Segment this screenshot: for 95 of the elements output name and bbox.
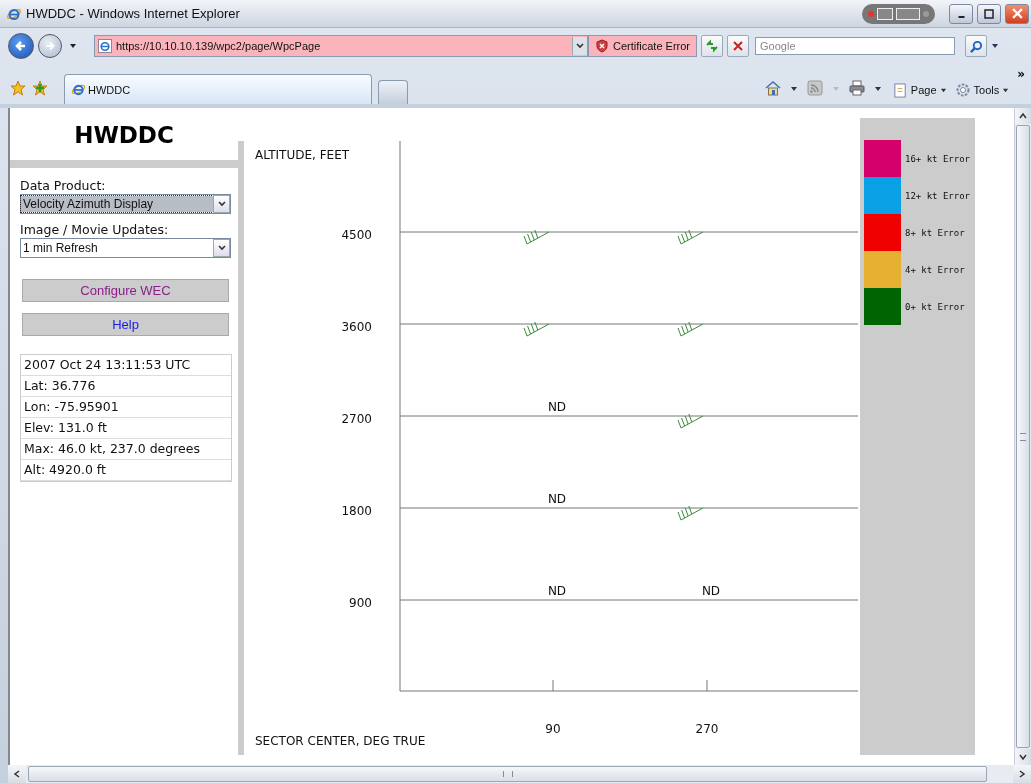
more-commands-chevron[interactable]: »: [1017, 67, 1025, 81]
dropdown-button[interactable]: [572, 37, 587, 55]
no-data-label: ND: [547, 584, 567, 598]
browser-tab[interactable]: HWDDC: [64, 74, 372, 104]
scroll-up-button[interactable]: [1015, 108, 1031, 124]
add-favorite-star-icon[interactable]: [32, 80, 48, 96]
legend-label: 12+ kt Error: [905, 190, 971, 201]
chevron-left-icon: [13, 770, 21, 778]
sector-label: 270: [695, 722, 719, 736]
altitude-label: 3600: [341, 320, 372, 334]
field-label: Data Product:: [20, 178, 107, 193]
page-icon: [892, 82, 908, 98]
link-button[interactable]: Configure WEC: [22, 279, 229, 302]
altitude-label: 4500: [341, 228, 372, 242]
info-cell: Lat: 36.776: [21, 376, 231, 397]
search-field[interactable]: Google: [755, 37, 956, 55]
no-data-label: ND: [547, 492, 567, 506]
dropdown[interactable]: Velocity Azimuth Display: [20, 194, 231, 214]
window-title: HWDDC - Windows Internet Explorer: [26, 6, 240, 21]
tick-mark: [706, 679, 708, 692]
axis-title: SECTOR CENTER, DEG TRUE: [255, 734, 426, 748]
maximize-icon: [984, 8, 994, 19]
minimize-button[interactable]: [949, 3, 973, 24]
favorites-star-icon[interactable]: [10, 80, 26, 96]
altitude-label: 1800: [341, 504, 372, 518]
legend-label: 4+ kt Error: [905, 264, 965, 275]
link-button[interactable]: Help: [22, 313, 229, 336]
caret-icon: [831, 85, 840, 93]
wind-barb-icon: [523, 321, 550, 337]
caret-icon: [939, 86, 947, 94]
minimize-icon: [957, 16, 965, 18]
caret-icon[interactable]: [789, 85, 798, 93]
scroll-thumb[interactable]: [1016, 125, 1030, 748]
back-button[interactable]: [8, 33, 34, 59]
chevron-down-icon: [1019, 753, 1027, 761]
wind-barb-icon: [677, 321, 704, 337]
wind-barb-icon: [677, 229, 704, 245]
chevron-down-icon: [217, 200, 226, 208]
search-button[interactable]: [965, 35, 988, 57]
close-button[interactable]: [1005, 3, 1029, 24]
info-cell: Alt: 4920.0 ft: [21, 460, 231, 481]
vertical-scrollbar[interactable]: [1014, 108, 1031, 765]
tick-mark: [552, 679, 554, 692]
field-label: Image / Movie Updates:: [20, 222, 170, 237]
caret-icon: [1002, 86, 1010, 94]
taskbar-gadget-icon[interactable]: [862, 3, 935, 24]
page-globe-icon: [98, 39, 112, 53]
info-cell: Max: 46.0 kt, 237.0 degrees: [21, 439, 231, 460]
chevron-up-icon: [1019, 112, 1027, 120]
axis-title: ALTITUDE, FEET: [255, 148, 350, 162]
info-cell: 2007 Oct 24 13:11:53 UTC: [21, 355, 231, 376]
horizontal-scrollbar[interactable]: [8, 765, 1031, 783]
legend-label: 16+ kt Error: [905, 153, 971, 164]
legend-label: 0+ kt Error: [905, 301, 965, 312]
chevron-down-icon: [576, 42, 584, 50]
scroll-right-button[interactable]: [1013, 765, 1031, 783]
globe-logo-icon: [71, 82, 86, 97]
forward-button[interactable]: [38, 34, 62, 58]
no-data-label: ND: [701, 584, 721, 598]
page-menu-button[interactable]: Page: [890, 82, 949, 98]
no-data-label: ND: [547, 400, 567, 414]
wind-barb-icon: [677, 413, 704, 429]
dropdown[interactable]: 1 min Refresh: [20, 238, 231, 258]
certificate-error-button[interactable]: Certificate Error: [588, 35, 698, 57]
altitude-label: 2700: [341, 412, 372, 426]
site-title: HWDDC: [73, 121, 175, 150]
shield-icon: [595, 39, 609, 53]
chevron-down-icon: [217, 244, 226, 252]
close-icon: [1011, 8, 1023, 19]
caret-icon[interactable]: [873, 85, 882, 93]
maximize-button[interactable]: [977, 3, 1001, 24]
address-field[interactable]: https://10.10.10.139/wpc2/page/WpcPage: [94, 35, 588, 57]
scroll-thumb[interactable]: [28, 766, 987, 782]
sector-label: 90: [545, 722, 561, 736]
home-icon[interactable]: [764, 80, 781, 96]
printer-icon[interactable]: [848, 80, 865, 96]
info-cell: Elev: 131.0 ft: [21, 418, 231, 439]
wind-barb-icon: [677, 505, 704, 521]
caret-icon[interactable]: [991, 42, 1000, 50]
chevron-right-icon: [1018, 770, 1026, 778]
wind-barb-icon: [523, 229, 550, 245]
altitude-label: 900: [349, 596, 372, 610]
refresh-button[interactable]: [701, 35, 724, 57]
info-cell: Lon: -75.95901: [21, 397, 231, 418]
legend-label: 8+ kt Error: [905, 227, 965, 238]
search-icon: [969, 39, 983, 53]
stop-button[interactable]: [727, 35, 750, 57]
caret-icon[interactable]: [69, 42, 77, 50]
scroll-left-button[interactable]: [8, 765, 26, 783]
refresh-icon: [705, 39, 720, 53]
feed-icon[interactable]: [806, 80, 823, 96]
tools-menu-button[interactable]: Tools: [952, 82, 1012, 98]
cross-icon: [733, 41, 744, 51]
scroll-down-button[interactable]: [1015, 749, 1031, 765]
gear-icon: [954, 82, 971, 98]
